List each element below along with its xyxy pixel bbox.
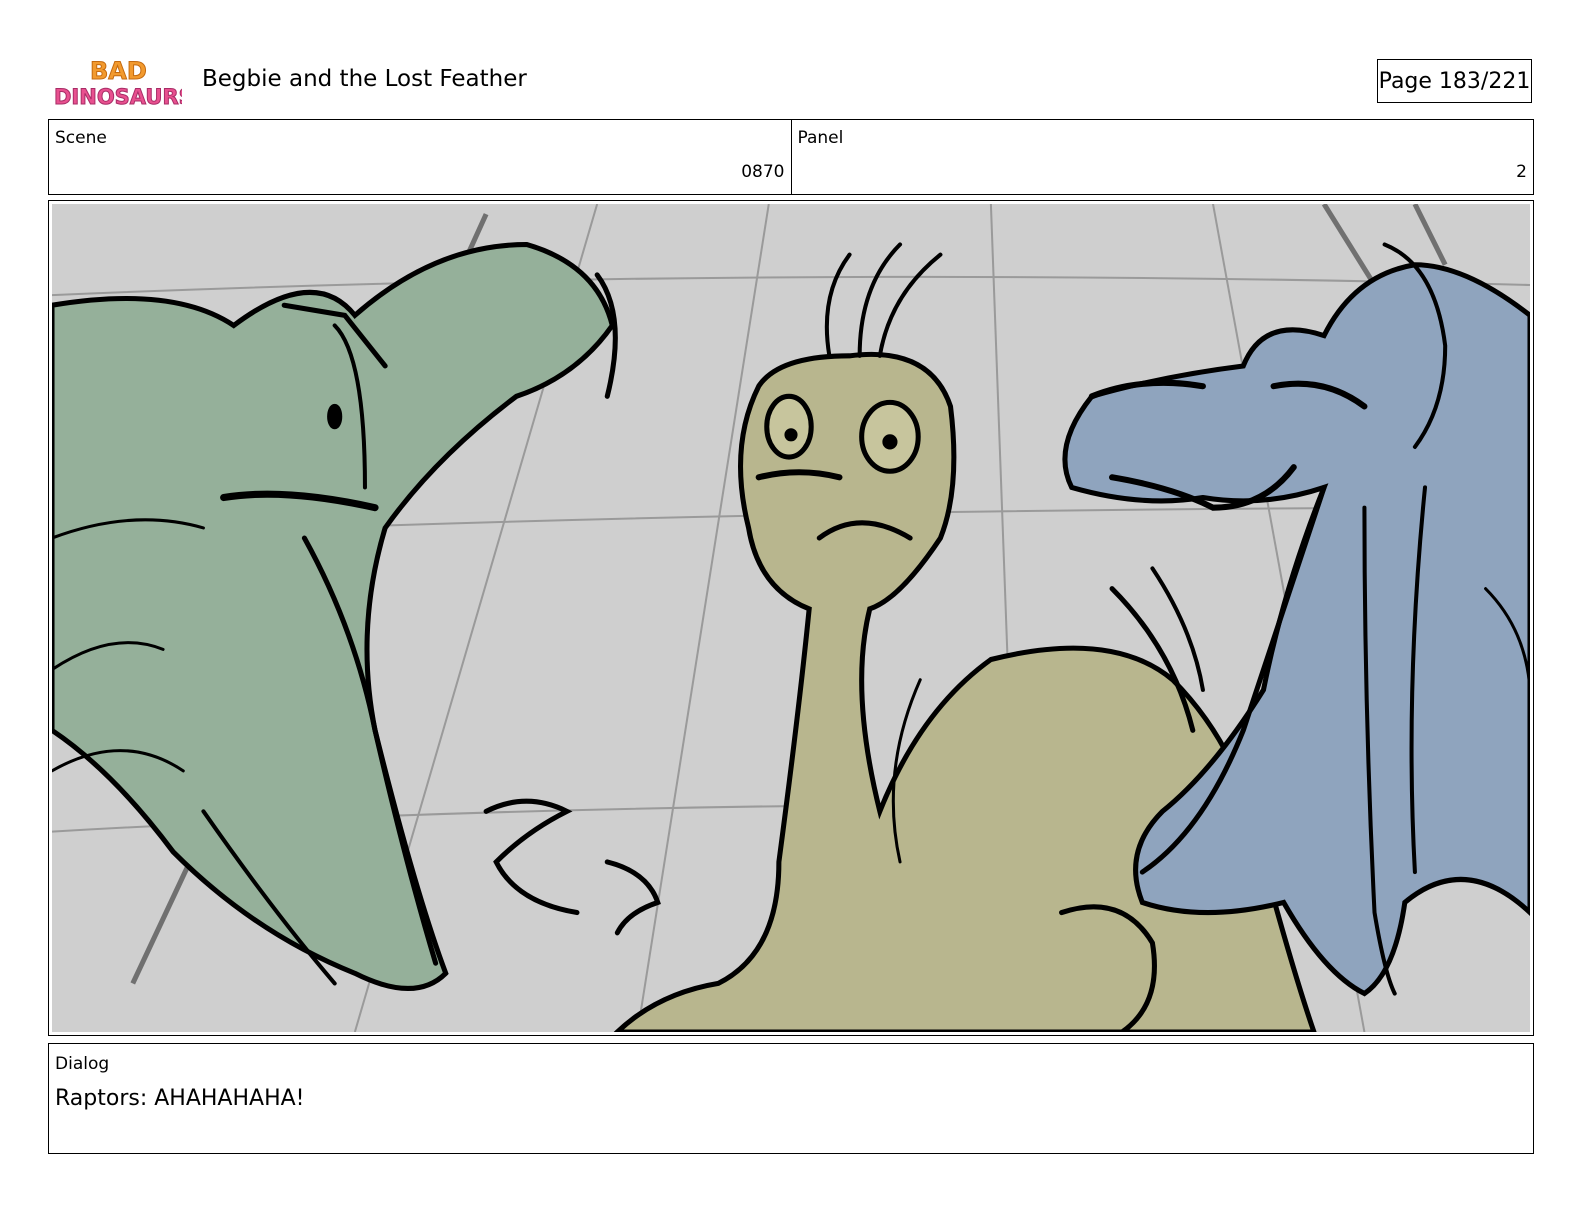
scene-value: 0870 <box>741 162 785 182</box>
scene-label: Scene <box>55 128 107 148</box>
page-number: Page 183/221 <box>1377 59 1532 103</box>
bad-dinosaurs-logo: BAD DINOSAURS <box>52 54 195 110</box>
svg-text:DINOSAURS: DINOSAURS <box>54 85 182 109</box>
storyboard-drawing <box>52 204 1530 1032</box>
storyboard-panel <box>48 200 1534 1036</box>
panel-cell: Panel 2 <box>790 120 1534 194</box>
scene-panel-header: Scene 0870 Panel 2 <box>48 119 1534 195</box>
dialog-text: Raptors: AHAHAHAHA! <box>55 1086 305 1111</box>
scene-cell: Scene 0870 <box>49 120 791 194</box>
panel-label: Panel <box>797 128 844 148</box>
document-title: Begbie and the Lost Feather <box>202 66 527 92</box>
dialog-box: Dialog Raptors: AHAHAHAHA! <box>48 1043 1534 1154</box>
svg-text:BAD: BAD <box>90 57 147 85</box>
panel-value: 2 <box>1516 162 1527 182</box>
dialog-label: Dialog <box>55 1054 110 1074</box>
